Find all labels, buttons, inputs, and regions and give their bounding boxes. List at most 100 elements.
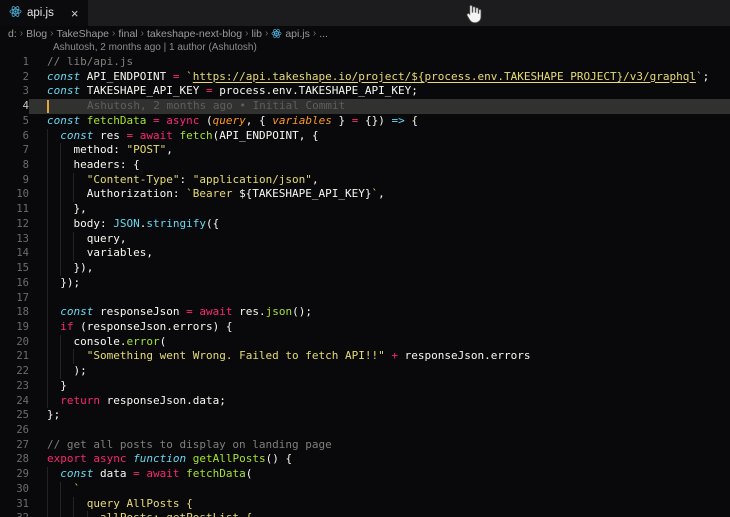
code-token bbox=[173, 129, 180, 142]
breadcrumb-item[interactable]: takeshape-next-blog bbox=[147, 28, 242, 40]
tab-close-icon[interactable]: × bbox=[71, 7, 79, 20]
line-number: 25 bbox=[0, 408, 29, 423]
code-line[interactable]: 29 const data = await fetchData( bbox=[0, 467, 730, 482]
code-token: const bbox=[47, 114, 80, 127]
code-line[interactable]: 31 query AllPosts { bbox=[0, 497, 730, 512]
breadcrumb-separator-icon: › bbox=[265, 28, 268, 39]
code-line[interactable]: 28export async function getAllPosts() { bbox=[0, 452, 730, 467]
indent-guide bbox=[47, 379, 48, 394]
indent-guide bbox=[47, 497, 48, 512]
code-token: return bbox=[60, 394, 100, 407]
code-token bbox=[80, 114, 87, 127]
line-number: 24 bbox=[0, 394, 29, 409]
code-line[interactable]: 8 headers: { bbox=[0, 158, 730, 173]
code-line[interactable]: 32 allPosts: getPostList { bbox=[0, 511, 730, 517]
code-line[interactable]: 10 Authorization: `Bearer ${TAKESHAPE_AP… bbox=[0, 187, 730, 202]
gitlens-codelens[interactable]: Ashutosh, 2 months ago | 1 author (Ashut… bbox=[0, 41, 730, 55]
code-line[interactable]: 21 "Something went Wrong. Failed to fetc… bbox=[0, 349, 730, 364]
line-number: 15 bbox=[0, 261, 29, 276]
indent-guide bbox=[47, 364, 48, 379]
line-number: 3 bbox=[0, 84, 29, 99]
indent-guide bbox=[60, 497, 61, 512]
code-token: Authorization: bbox=[47, 187, 186, 200]
code-token: = bbox=[133, 467, 140, 480]
indent-guide bbox=[47, 349, 48, 364]
line-number: 13 bbox=[0, 232, 29, 247]
code-line[interactable]: 17 bbox=[0, 291, 730, 306]
code-line[interactable]: 3const TAKESHAPE_API_KEY = process.env.T… bbox=[0, 84, 730, 99]
breadcrumb-item[interactable]: lib bbox=[251, 28, 262, 40]
code-line[interactable]: 22 ); bbox=[0, 364, 730, 379]
breadcrumb-item[interactable]: api.js bbox=[271, 28, 310, 40]
indent-guide bbox=[47, 158, 48, 173]
breadcrumb-item[interactable]: TakeShape bbox=[56, 28, 109, 40]
breadcrumb-item[interactable]: final bbox=[118, 28, 137, 40]
code-token: async bbox=[93, 452, 126, 465]
indent-guide bbox=[47, 143, 48, 158]
code-line[interactable]: 25}; bbox=[0, 408, 730, 423]
code-line[interactable]: 30 ` bbox=[0, 482, 730, 497]
code-line[interactable]: 20 console.error( bbox=[0, 335, 730, 350]
line-number: 4 bbox=[0, 99, 29, 114]
code-token: error bbox=[126, 335, 159, 348]
indent-guide bbox=[47, 187, 48, 202]
line-number: 22 bbox=[0, 364, 29, 379]
code-token: (API_ENDPOINT, { bbox=[213, 129, 319, 142]
line-number: 7 bbox=[0, 143, 29, 158]
code-line[interactable]: 23 } bbox=[0, 379, 730, 394]
code-token: ${TAKESHAPE_API_KEY} bbox=[239, 187, 371, 200]
code-line[interactable]: 11 }, bbox=[0, 202, 730, 217]
line-number: 5 bbox=[0, 114, 29, 129]
code-line[interactable]: 1// lib/api.js bbox=[0, 55, 730, 70]
code-token: console. bbox=[47, 335, 126, 348]
code-line[interactable]: 9 "Content-Type": "application/json", bbox=[0, 173, 730, 188]
code-token bbox=[133, 129, 140, 142]
tab-api-js[interactable]: api.js × bbox=[0, 0, 88, 26]
code-line[interactable]: 5const fetchData = async (query, { varia… bbox=[0, 114, 730, 129]
code-token: const bbox=[60, 467, 93, 480]
code-token: await bbox=[199, 305, 232, 318]
indent-guide bbox=[47, 467, 48, 482]
code-token: getAllPosts bbox=[193, 452, 266, 465]
line-number: 32 bbox=[0, 511, 29, 517]
indent-guide bbox=[60, 173, 61, 188]
code-token: }, bbox=[47, 202, 87, 215]
code-line[interactable]: 19 if (responseJson.errors) { bbox=[0, 320, 730, 335]
code-line[interactable]: 6 const res = await fetch(API_ENDPOINT, … bbox=[0, 129, 730, 144]
line-number: 18 bbox=[0, 305, 29, 320]
code-line[interactable]: 26 bbox=[0, 423, 730, 438]
indent-guide bbox=[73, 246, 74, 261]
code-line[interactable]: 24 return responseJson.data; bbox=[0, 394, 730, 409]
code-line[interactable]: 14 variables, bbox=[0, 246, 730, 261]
code-line[interactable]: 16 }); bbox=[0, 276, 730, 291]
indent-guide bbox=[47, 511, 48, 517]
line-number: 31 bbox=[0, 497, 29, 512]
code-line[interactable]: 7 method: "POST", bbox=[0, 143, 730, 158]
breadcrumb-item[interactable]: ... bbox=[319, 28, 328, 40]
indent-guide bbox=[87, 511, 88, 517]
code-token: = bbox=[206, 84, 213, 97]
code-token: ; bbox=[703, 70, 710, 83]
breadcrumb-item[interactable]: d: bbox=[8, 28, 17, 40]
code-line[interactable]: 27// get all posts to display on landing… bbox=[0, 438, 730, 453]
breadcrumb-item-label: Blog bbox=[26, 28, 47, 40]
code-token: responseJson.data; bbox=[100, 394, 226, 407]
code-token: method: bbox=[47, 143, 126, 156]
code-token: JSON bbox=[113, 217, 140, 230]
code-line[interactable]: 4Ashutosh, 2 months ago • Initial Commit bbox=[0, 99, 730, 114]
code-line[interactable]: 2const API_ENDPOINT = `https://api.takes… bbox=[0, 70, 730, 85]
indent-guide bbox=[73, 173, 74, 188]
breadcrumb-item[interactable]: Blog bbox=[26, 28, 47, 40]
code-line[interactable]: 15 }), bbox=[0, 261, 730, 276]
line-number: 16 bbox=[0, 276, 29, 291]
code-token: stringify bbox=[146, 217, 206, 230]
code-token: res bbox=[93, 129, 126, 142]
code-token bbox=[47, 305, 60, 318]
code-token: https://api.takeshape.io/project/${proce… bbox=[193, 70, 696, 83]
code-token: const bbox=[47, 84, 80, 97]
code-line[interactable]: 18 const responseJson = await res.json()… bbox=[0, 305, 730, 320]
code-line[interactable]: 12 body: JSON.stringify({ bbox=[0, 217, 730, 232]
code-token: , bbox=[378, 187, 385, 200]
code-line[interactable]: 13 query, bbox=[0, 232, 730, 247]
indent-guide bbox=[47, 394, 48, 409]
